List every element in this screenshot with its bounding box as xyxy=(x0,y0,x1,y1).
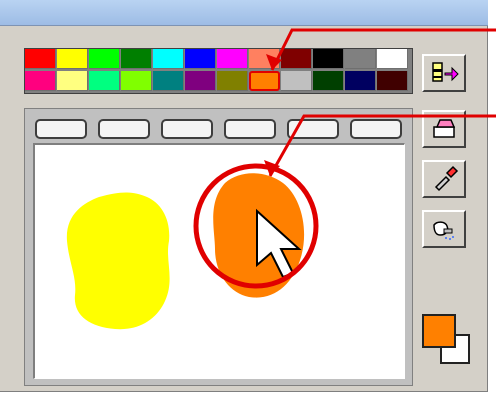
spray-icon xyxy=(433,221,454,240)
palette-swatch-salmon[interactable] xyxy=(249,49,280,69)
spray-button[interactable] xyxy=(422,210,466,248)
palette-swatch-green[interactable] xyxy=(89,49,120,69)
palette-swatch-gray[interactable] xyxy=(345,49,376,69)
dropper-icon xyxy=(434,165,459,192)
window-titlebar xyxy=(0,0,488,26)
palette-swatch-forest-green[interactable] xyxy=(313,71,344,91)
color-palette xyxy=(24,48,413,94)
palette-swatch-blue[interactable] xyxy=(185,49,216,69)
palette-swatch-navy[interactable] xyxy=(345,71,376,91)
palette-swatch-spring-green[interactable] xyxy=(89,71,120,91)
yellow-blob xyxy=(66,192,170,330)
screenshot-stage xyxy=(0,0,496,394)
palette-swatch-purple[interactable] xyxy=(185,71,216,91)
brush-size-button-3[interactable] xyxy=(161,119,213,139)
brush-size-button-6[interactable] xyxy=(350,119,402,139)
current-colors[interactable] xyxy=(422,314,474,370)
palette-swatch-rose[interactable] xyxy=(25,71,56,91)
palette-swatch-cyan[interactable] xyxy=(153,49,184,69)
palette-swatch-yellow[interactable] xyxy=(57,49,88,69)
fill-bucket-button[interactable] xyxy=(422,54,466,92)
palette-swatch-silver[interactable] xyxy=(281,71,312,91)
brush-size-button-4[interactable] xyxy=(224,119,276,139)
palette-swatch-teal[interactable] xyxy=(153,71,184,91)
palette-swatch-maroon[interactable] xyxy=(281,49,312,69)
palette-swatch-red[interactable] xyxy=(25,49,56,69)
drawing-canvas[interactable] xyxy=(33,143,405,379)
dropper-button[interactable] xyxy=(422,160,466,198)
palette-swatch-dark-brown[interactable] xyxy=(377,71,408,91)
palette-swatch-magenta[interactable] xyxy=(217,49,248,69)
palette-swatch-white[interactable] xyxy=(377,49,408,69)
brush-size-button-2[interactable] xyxy=(98,119,150,139)
foreground-color-box[interactable] xyxy=(422,314,456,348)
canvas-frame xyxy=(24,108,413,386)
eraser-button[interactable] xyxy=(422,110,466,148)
paint-window xyxy=(0,0,488,392)
palette-swatch-black[interactable] xyxy=(313,49,344,69)
brush-size-button-5[interactable] xyxy=(287,119,339,139)
brush-size-button-1[interactable] xyxy=(35,119,87,139)
palette-swatch-olive[interactable] xyxy=(217,71,248,91)
eraser-icon xyxy=(433,119,456,138)
fill-bucket-icon xyxy=(432,62,459,82)
canvas-drawing xyxy=(66,173,305,330)
palette-swatch-dark-green[interactable] xyxy=(121,49,152,69)
palette-swatch-light-yellow[interactable] xyxy=(57,71,88,91)
palette-swatch-lime[interactable] xyxy=(121,71,152,91)
palette-swatch-orange-selected[interactable] xyxy=(249,71,280,91)
